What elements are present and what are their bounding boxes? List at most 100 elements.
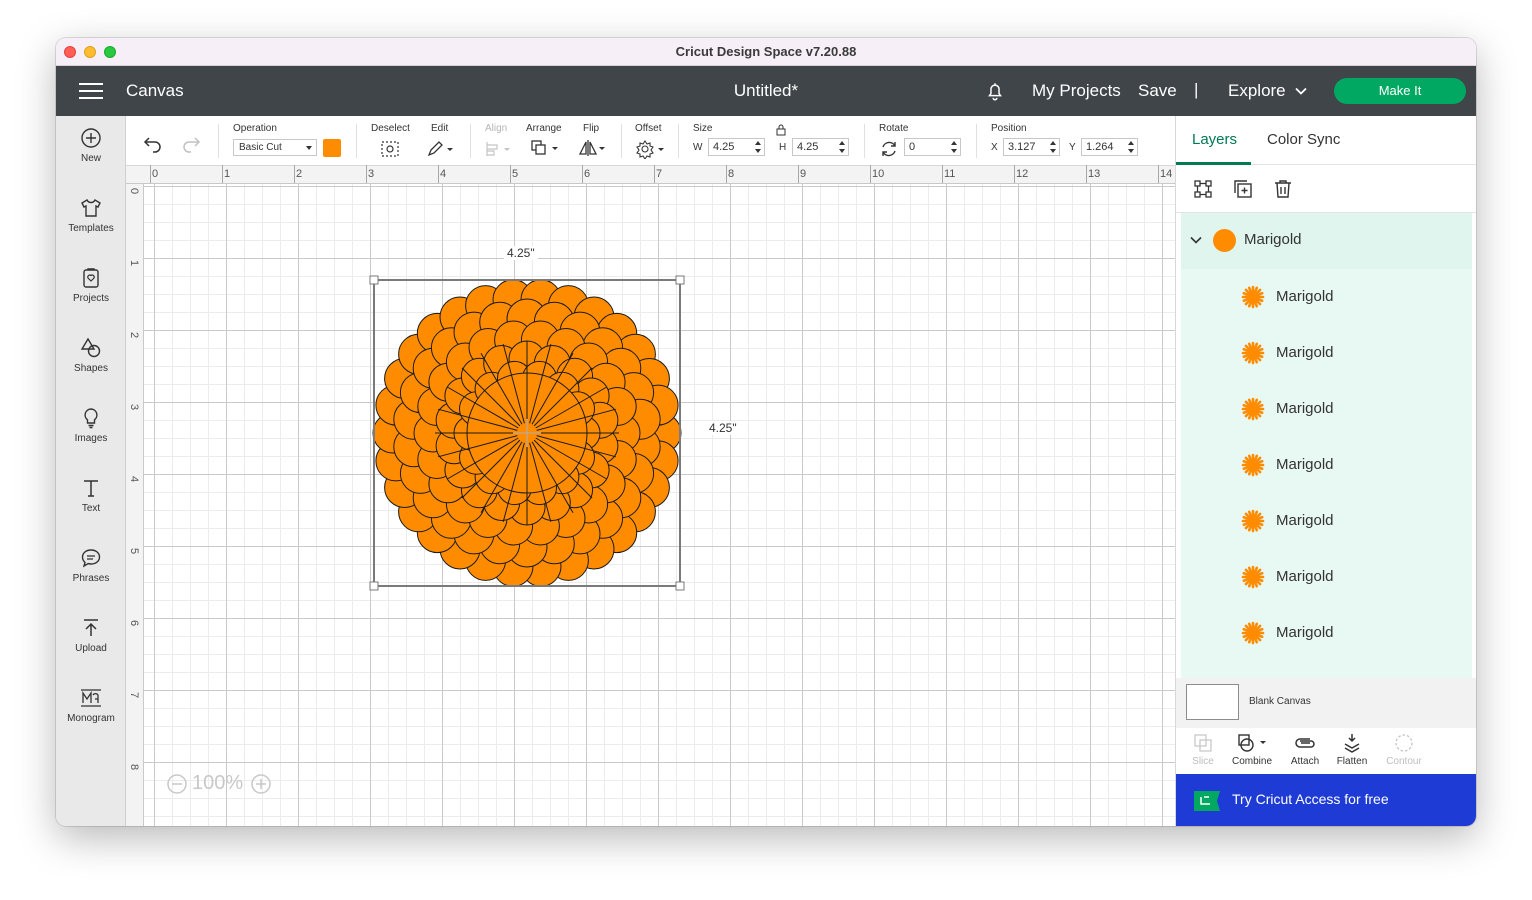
group-icon[interactable] [1192,178,1214,200]
sidebar-item-text[interactable]: Text [56,476,126,536]
width-input[interactable]: 4.25 [708,138,765,156]
title-bar: Cricut Design Space v7.20.88 [56,38,1476,66]
redo-icon[interactable] [180,132,202,154]
layer-row[interactable]: Marigold [1181,269,1472,325]
ruler-tick-label: 6 [584,168,591,180]
bell-icon[interactable] [984,80,1006,102]
layer-row[interactable]: Marigold [1181,605,1472,661]
sidebar-item-label: Shapes [74,363,108,374]
layer-name: Marigold [1276,344,1334,361]
sidebar-item-label: Projects [72,293,110,304]
ruler-tick [1014,165,1015,183]
combine-button[interactable]: Combine [1227,732,1277,767]
edit-label: Edit [431,123,449,134]
toolbar-divider [864,124,865,158]
rotate-input[interactable]: 0 [904,138,961,156]
explore-menu[interactable]: Explore [1228,81,1286,101]
blank-canvas-row[interactable]: Blank Canvas [1176,678,1476,728]
width-label: W [693,142,703,153]
operation-color-swatch[interactable] [323,139,341,157]
lock-icon[interactable] [776,124,786,136]
sidebar-item-phrases[interactable]: Phrases [56,546,126,606]
sidebar-item-upload[interactable]: Upload [56,616,126,676]
stepper-icon[interactable] [1127,140,1135,154]
align-icon[interactable] [484,140,514,158]
contour-button[interactable]: Contour [1379,732,1429,767]
stepper-icon[interactable] [950,140,958,154]
layer-row[interactable]: Marigold [1181,549,1472,605]
window-title: Cricut Design Space v7.20.88 [675,44,857,59]
chevron-down-icon[interactable] [1294,84,1308,98]
ruler-tick [654,165,655,183]
layer-row[interactable]: Marigold [1181,437,1472,493]
sidebar-item-shapes[interactable]: Shapes [56,336,126,396]
resize-handle[interactable] [369,275,379,285]
zoom-out-icon[interactable] [166,773,188,795]
toolbar-divider [976,124,977,158]
height-input[interactable]: 4.25 [792,138,849,156]
topbar-separator: | [1194,80,1199,99]
duplicate-icon[interactable] [1232,178,1254,200]
horizontal-ruler: 0 1 2 3 4 5 6 7 8 9 10 11 12 13 14 [126,165,1175,184]
sidebar-item-label: Upload [75,643,107,654]
y-label: Y [1069,142,1076,153]
marigold-design[interactable] [372,279,682,587]
vertical-ruler: 0 1 2 3 4 5 6 7 8 [126,184,144,826]
marigold-icon [1241,285,1265,309]
layer-row[interactable]: Marigold [1181,325,1472,381]
paperclip-icon [1295,738,1315,748]
my-projects-link[interactable]: My Projects [1032,81,1121,101]
stepper-icon[interactable] [1049,140,1057,154]
layer-row[interactable]: Marigold [1181,493,1472,549]
canvas-artwork [369,275,685,591]
design-canvas[interactable] [144,184,1175,826]
save-button[interactable]: Save [1138,81,1177,101]
chevron-down-icon[interactable] [1189,233,1203,247]
sidebar-item-label: Images [74,433,108,444]
layer-row[interactable]: Marigold [1181,381,1472,437]
undo-icon[interactable] [142,132,164,154]
layer-actions: Slice Combine Attach Flatten Contour [1176,728,1476,774]
sidebar-item-projects[interactable]: Projects [56,266,126,326]
slice-button[interactable]: Slice [1178,732,1228,767]
resize-handle[interactable] [369,581,379,591]
sidebar-item-images[interactable]: Images [56,406,126,466]
ruler-tick-label: 8 [128,764,140,771]
cricut-access-banner[interactable]: Try Cricut Access for free [1176,774,1476,826]
stepper-icon[interactable] [754,140,762,154]
operation-select[interactable]: Basic Cut [233,139,317,156]
y-position-input[interactable]: 1.264 [1081,138,1138,156]
layer-group-header[interactable]: Marigold [1181,213,1472,269]
monogram-icon [81,689,101,707]
deselect-icon[interactable] [380,140,400,158]
trash-icon[interactable] [1272,178,1294,200]
flip-icon[interactable] [578,139,608,157]
attach-button[interactable]: Attach [1280,732,1330,767]
contour-icon [1395,734,1413,752]
tab-color-sync[interactable]: Color Sync [1267,131,1340,148]
flatten-button[interactable]: Flatten [1327,732,1377,767]
active-tab-indicator [1176,162,1251,165]
pen-edit-icon[interactable] [426,140,456,158]
arrange-icon[interactable] [530,139,562,157]
rotate-icon[interactable] [879,139,899,159]
stepper-icon[interactable] [838,140,846,154]
sidebar-item-new[interactable]: New [56,126,126,186]
sidebar-item-label: Phrases [72,573,110,584]
sidebar-item-monogram[interactable]: Monogram [56,686,126,746]
resize-handle[interactable] [675,581,685,591]
flatten-label: Flatten [1336,756,1368,767]
slice-label: Slice [1192,756,1214,767]
x-position-input[interactable]: 3.127 [1003,138,1060,156]
make-it-button[interactable]: Make It [1334,78,1466,104]
ruler-tick [438,165,439,183]
marigold-icon [1241,453,1265,477]
sidebar-item-templates[interactable]: Templates [56,196,126,256]
offset-icon[interactable] [635,139,667,159]
zoom-in-icon[interactable] [250,773,272,795]
tab-layers[interactable]: Layers [1192,131,1237,148]
tshirt-icon [81,199,101,217]
offset-label: Offset [635,123,662,134]
resize-handle[interactable] [675,275,685,285]
height-label: H [779,142,787,153]
